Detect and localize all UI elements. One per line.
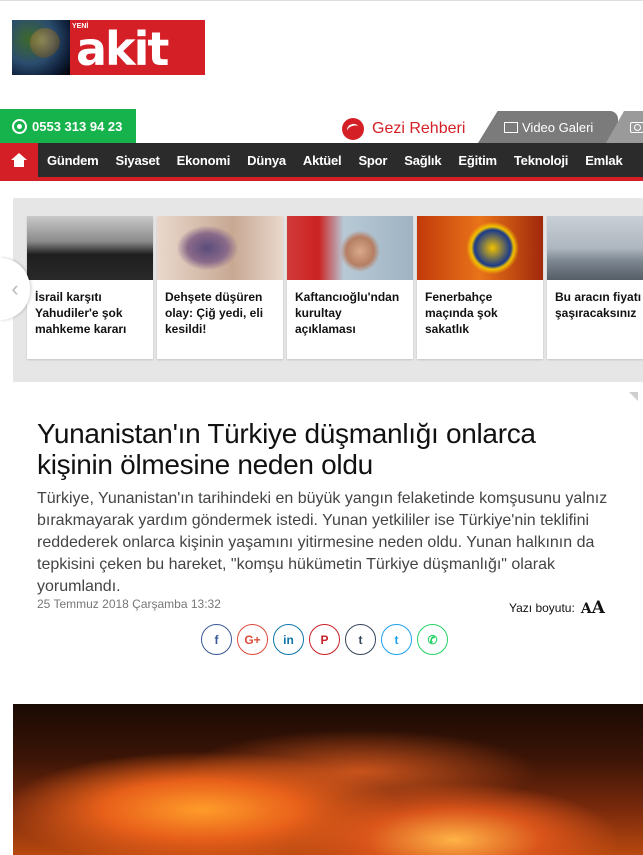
slider-image [417, 216, 543, 280]
corner-fold-icon [629, 392, 638, 401]
linkedin-icon[interactable]: in [273, 624, 304, 655]
news-slider: İsrail karşıtı Yahudiler'e şok mahkeme k… [13, 198, 643, 382]
gezi-rehberi-link[interactable]: Gezi Rehberi [342, 116, 465, 142]
site-logo[interactable]: YENİ akit [12, 20, 205, 75]
slider-card-title: Bu aracın fiyatı şaşıracaksınız [555, 290, 642, 320]
twitter-icon[interactable]: t [381, 624, 412, 655]
slider-image [547, 216, 643, 280]
font-size-buttons: AA [581, 598, 605, 618]
slider-card-title: Dehşete düşüren olay: Çiğ yedi, eli kesi… [165, 290, 264, 336]
font-increase-button[interactable]: A [592, 598, 605, 618]
turkish-airlines-icon [342, 118, 364, 140]
slider-card-title: Fenerbahçe maçında şok sakatlık [425, 290, 498, 336]
article-hero-image [13, 704, 643, 855]
slider-card[interactable]: İsrail karşıtı Yahudiler'e şok mahkeme k… [27, 216, 153, 359]
nav-item-siyaset[interactable]: Siyaset [116, 153, 160, 168]
article-headline: Yunanistan'ın Türkiye düşmanlığı onlarca… [37, 418, 536, 480]
logo-wordmark: YENİ akit [70, 20, 205, 75]
globe-icon [12, 20, 70, 75]
nav-item-emlak[interactable]: Emlak [585, 153, 623, 168]
whatsapp-icon [12, 118, 27, 134]
article-summary: Türkiye, Yunanistan'ın tarihindeki en bü… [37, 490, 608, 595]
slider-image [157, 216, 283, 280]
slider-card[interactable]: Dehşete düşüren olay: Çiğ yedi, eli kesi… [157, 216, 283, 359]
article-date: 25 Temmuz 2018 Çarşamba 13:32 [37, 597, 221, 611]
slider-card[interactable]: Fenerbahçe maçında şok sakatlık [417, 216, 543, 359]
nav-home-button[interactable] [0, 143, 38, 177]
top-border [0, 0, 643, 1]
phone-number: 0553 313 94 23 [32, 118, 123, 134]
nav-item-spor[interactable]: Spor [358, 153, 387, 168]
facebook-icon[interactable]: f [201, 624, 232, 655]
slider-card[interactable]: Kaftancıoğlu'ndan kurultay açıklaması [287, 216, 413, 359]
font-size-label: Yazı boyutu: [509, 601, 575, 615]
nav-item-saglik[interactable]: Sağlık [404, 153, 441, 168]
font-size-control: Yazı boyutu: AA [509, 598, 605, 618]
google-plus-icon[interactable]: G+ [237, 624, 268, 655]
logo-yeni: YENİ [72, 23, 89, 30]
gezi-rehberi-label: Gezi Rehberi [372, 120, 466, 137]
tumblr-icon[interactable]: t [345, 624, 376, 655]
camera-icon [630, 121, 643, 133]
chevron-left-icon: ‹ [11, 276, 19, 301]
tab-video-galeri[interactable]: Video Galeri [478, 111, 618, 143]
share-bar: f G+ in P t t ✆ [201, 624, 453, 655]
slider-card-title: Kaftancıoğlu'ndan kurultay açıklaması [295, 290, 400, 336]
tab-video-label: Video Galeri [522, 119, 594, 135]
font-decrease-button[interactable]: A [581, 601, 592, 617]
whatsapp-phone-button[interactable]: 0553 313 94 23 [0, 109, 136, 143]
nav-item-gundem[interactable]: Gündem [47, 153, 99, 168]
nav-accent-line [0, 177, 643, 181]
nav-item-teknoloji[interactable]: Teknoloji [514, 153, 568, 168]
logo-akit: akit [76, 21, 169, 76]
nav-items: Gündem Siyaset Ekonomi Dünya Aktüel Spor… [38, 153, 640, 168]
nav-item-aktuel[interactable]: Aktüel [303, 153, 342, 168]
home-icon [11, 153, 27, 167]
nav-item-ekonomi[interactable]: Ekonomi [177, 153, 231, 168]
slider-image [287, 216, 413, 280]
slider-image [27, 216, 153, 280]
whatsapp-icon[interactable]: ✆ [417, 624, 448, 655]
slider-card-title: İsrail karşıtı Yahudiler'e şok mahkeme k… [35, 290, 127, 336]
pinterest-icon[interactable]: P [309, 624, 340, 655]
film-icon [504, 121, 518, 133]
nav-item-egitim[interactable]: Eğitim [458, 153, 497, 168]
slider-card[interactable]: Bu aracın fiyatı şaşıracaksınız [547, 216, 643, 359]
main-nav: Gündem Siyaset Ekonomi Dünya Aktüel Spor… [0, 143, 643, 177]
nav-item-dunya[interactable]: Dünya [247, 153, 286, 168]
